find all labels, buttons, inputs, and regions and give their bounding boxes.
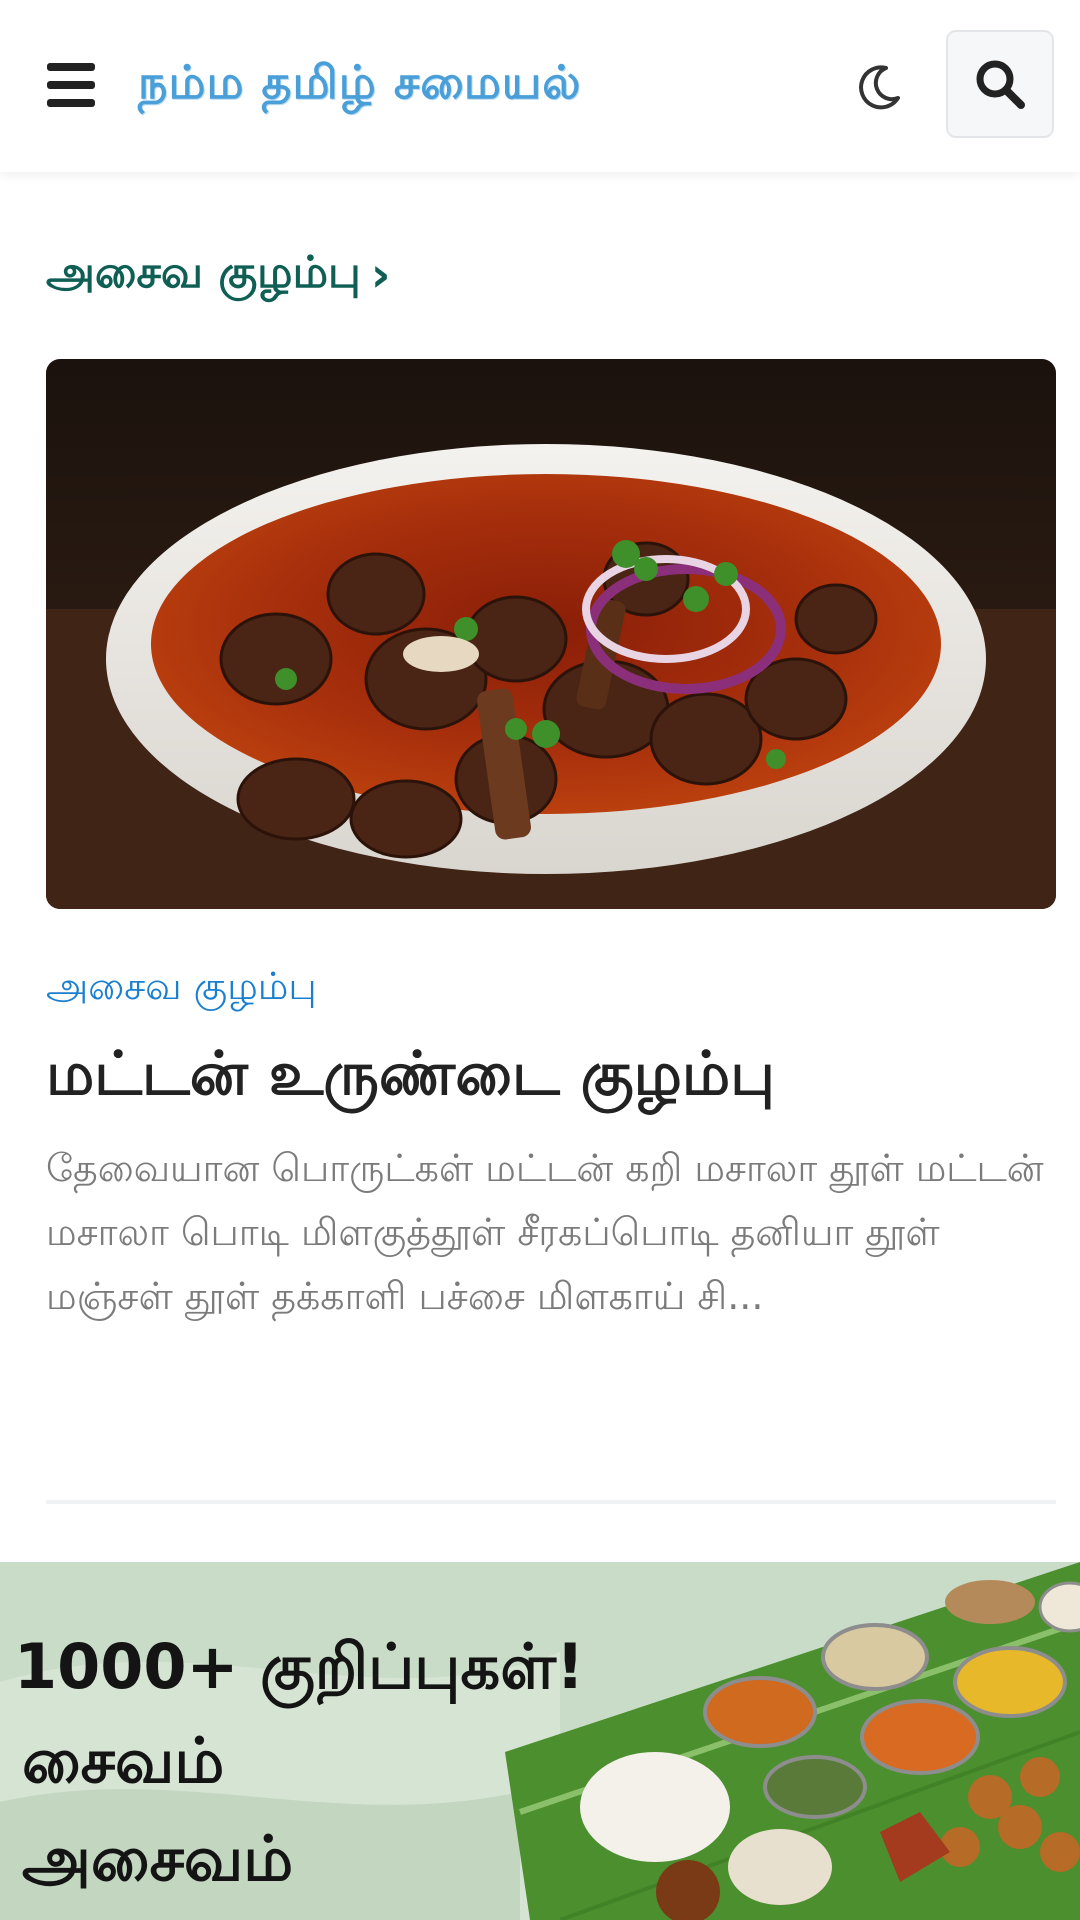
section-heading-text: அசைவ குழம்பு xyxy=(46,246,361,298)
promo-headline: 1000+ குறிப்புகள்! xyxy=(14,1630,585,1703)
section-heading-link[interactable]: அசைவ குழம்பு › xyxy=(46,240,391,310)
menu-bar xyxy=(47,99,95,107)
menu-bar xyxy=(47,81,95,89)
section-divider xyxy=(46,1500,1056,1504)
site-title[interactable]: நம்ம தமிழ் சமையல் xyxy=(138,42,778,122)
chevron-right-icon: › xyxy=(370,247,391,303)
mutton-curry-photo xyxy=(46,359,1056,909)
promo-line-veg: சைவம் xyxy=(22,1724,225,1797)
search-icon xyxy=(976,60,1025,109)
article-excerpt: தேவையான பொருட்கள் மட்டன் கறி மசாலா தூள் … xyxy=(46,1146,1044,1318)
search-button[interactable] xyxy=(946,30,1054,138)
promo-line-nonveg: அசைவம் xyxy=(22,1822,294,1895)
moon-icon xyxy=(859,65,900,110)
featured-recipe-image[interactable] xyxy=(46,359,1056,909)
promo-text: 1000+ குறிப்புகள்! சைவம் அசைவம் xyxy=(14,1622,694,1908)
top-app-bar: நம்ம தமிழ் சமையல் xyxy=(0,0,1080,172)
menu-bar xyxy=(47,63,95,71)
dark-mode-toggle[interactable] xyxy=(848,58,908,118)
menu-button[interactable] xyxy=(38,55,104,115)
page: நம்ம தமிழ் சமையல் அசைவ குழம்பு › அசைவ கு… xyxy=(0,0,1080,1920)
article-category-link[interactable]: அசைவ குழம்பு xyxy=(46,958,317,1014)
article-title[interactable]: மட்டன் உருண்டை குழம்பு xyxy=(46,1032,1056,1116)
promo-banner[interactable]: 1000+ குறிப்புகள்! சைவம் அசைவம் xyxy=(0,1562,1080,1920)
